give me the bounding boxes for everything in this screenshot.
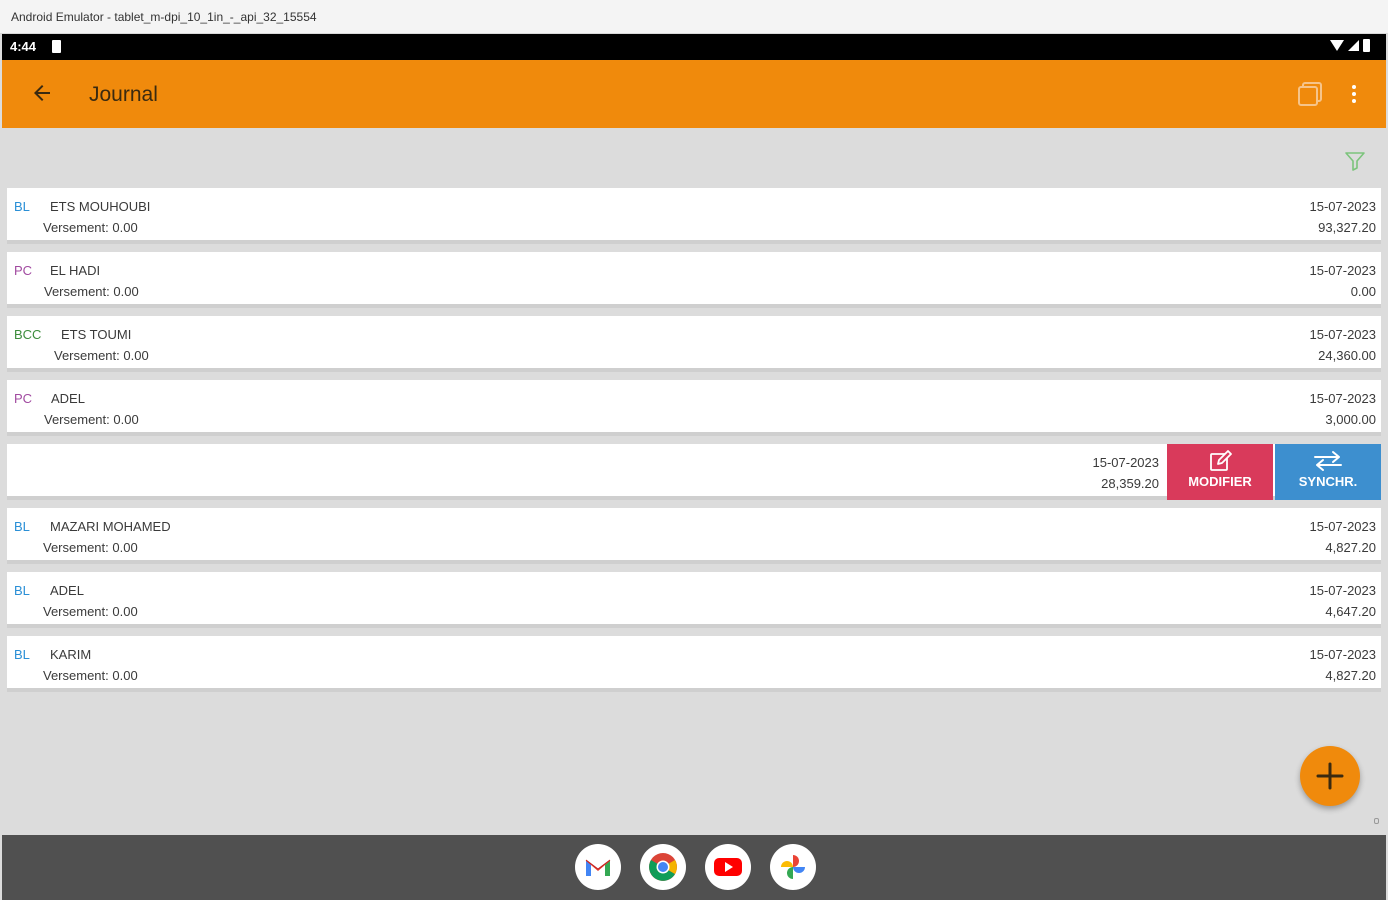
chrome-icon[interactable] xyxy=(640,844,686,890)
versement-text: Versement: 0.00 xyxy=(54,348,149,363)
row-amount: 3,000.00 xyxy=(1325,412,1376,427)
page-title: Journal xyxy=(89,83,158,106)
client-name: KARIM xyxy=(50,647,92,662)
row-date: 15-07-2023 xyxy=(1309,583,1377,598)
client-name: MAZARI MOHAMED xyxy=(50,519,171,534)
versement-text: Versement: 0.00 xyxy=(44,412,139,427)
journal-row[interactable]: PC ADEL Versement: 0.00 15-07-2023 3,000… xyxy=(7,380,1381,436)
versement-text: Versement: 0.00 xyxy=(43,220,138,235)
row-date: 15-07-2023 xyxy=(1309,327,1377,342)
journal-row[interactable]: BCC ETS TOUMI Versement: 0.00 15-07-2023… xyxy=(7,316,1381,372)
row-amount: 4,827.20 xyxy=(1325,540,1376,555)
row-date: 15-07-2023 xyxy=(1309,199,1377,214)
versement-text: Versement: 0.00 xyxy=(43,604,138,619)
versement-text: Versement: 0.00 xyxy=(43,540,138,555)
row-date: 15-07-2023 xyxy=(1309,647,1377,662)
row-date: 15-07-2023 xyxy=(1309,391,1377,406)
copy-icon[interactable] xyxy=(1296,80,1324,108)
status-time: 4:44 xyxy=(10,39,37,54)
filter-icon[interactable] xyxy=(1344,150,1366,172)
doc-type-badge: BL xyxy=(14,583,30,598)
client-name: ADEL xyxy=(51,391,85,406)
sdcard-icon xyxy=(52,40,61,53)
journal-row[interactable]: BL KARIM Versement: 0.00 15-07-2023 4,82… xyxy=(7,636,1381,692)
add-button[interactable] xyxy=(1300,746,1360,806)
battery-icon xyxy=(1363,39,1370,52)
doc-type-badge: BL xyxy=(14,647,30,662)
window-title: Android Emulator - tablet_m-dpi_10_1in_-… xyxy=(11,10,317,24)
versement-text: Versement: 0.00 xyxy=(43,668,138,683)
back-arrow-icon[interactable] xyxy=(30,81,54,105)
row-date: 15-07-2023 xyxy=(1092,455,1160,470)
more-vert-icon[interactable] xyxy=(1342,82,1366,106)
row-amount: 93,327.20 xyxy=(1318,220,1376,235)
doc-type-badge: BCC xyxy=(14,327,42,342)
client-name: ETS TOUMI xyxy=(61,327,132,342)
client-name: ADEL xyxy=(50,583,84,598)
doc-type-badge: PC xyxy=(14,391,33,406)
gmail-icon[interactable] xyxy=(575,844,621,890)
row-amount: 28,359.20 xyxy=(1101,476,1159,491)
row-amount: 0.00 xyxy=(1350,284,1376,299)
signal-icon xyxy=(1348,40,1359,51)
status-bar: 4:44 xyxy=(2,34,1386,60)
journal-row[interactable]: BL ADEL Versement: 0.00 15-07-2023 4,647… xyxy=(7,572,1381,628)
photos-icon[interactable] xyxy=(770,844,816,890)
row-date: 15-07-2023 xyxy=(1309,263,1377,278)
modify-label: MODIFIER xyxy=(1188,474,1252,489)
youtube-icon[interactable] xyxy=(705,844,751,890)
row-date: 15-07-2023 xyxy=(1309,519,1377,534)
sync-button[interactable]: SYNCHR. xyxy=(1275,444,1381,500)
doc-type-badge: BL xyxy=(14,199,30,214)
journal-row[interactable]: BL MAZARI MOHAMED Versement: 0.00 15-07-… xyxy=(7,508,1381,564)
row-amount: 24,360.00 xyxy=(1318,348,1376,363)
modify-button[interactable]: MODIFIER xyxy=(1167,444,1273,500)
doc-type-badge: PC xyxy=(14,263,33,278)
edit-icon xyxy=(1210,450,1232,471)
resize-grip-icon[interactable] xyxy=(1374,818,1379,824)
wifi-icon xyxy=(1330,40,1344,51)
journal-row[interactable]: BL ETS MOUHOUBI Versement: 0.00 15-07-20… xyxy=(7,188,1381,244)
app-bar: Journal xyxy=(2,60,1386,128)
journal-row[interactable]: PC EL HADI Versement: 0.00 15-07-2023 0.… xyxy=(7,252,1381,308)
versement-text: Versement: 0.00 xyxy=(44,284,139,299)
journal-row-swiped[interactable]: 15-07-2023 28,359.20 MODIFIER SYNCHR. xyxy=(7,444,1381,500)
doc-type-badge: BL xyxy=(14,519,30,534)
plus-icon xyxy=(1316,762,1344,790)
window-title-bar: Android Emulator - tablet_m-dpi_10_1in_-… xyxy=(0,0,1388,34)
taskbar-dock xyxy=(2,835,1386,900)
row-amount: 4,827.20 xyxy=(1325,668,1376,683)
client-name: ETS MOUHOUBI xyxy=(50,199,151,214)
client-name: EL HADI xyxy=(50,263,101,278)
swap-arrows-icon xyxy=(1314,451,1342,471)
row-amount: 4,647.20 xyxy=(1325,604,1376,619)
sync-label: SYNCHR. xyxy=(1298,474,1358,489)
journal-content: BL ETS MOUHOUBI Versement: 0.00 15-07-20… xyxy=(2,128,1386,835)
